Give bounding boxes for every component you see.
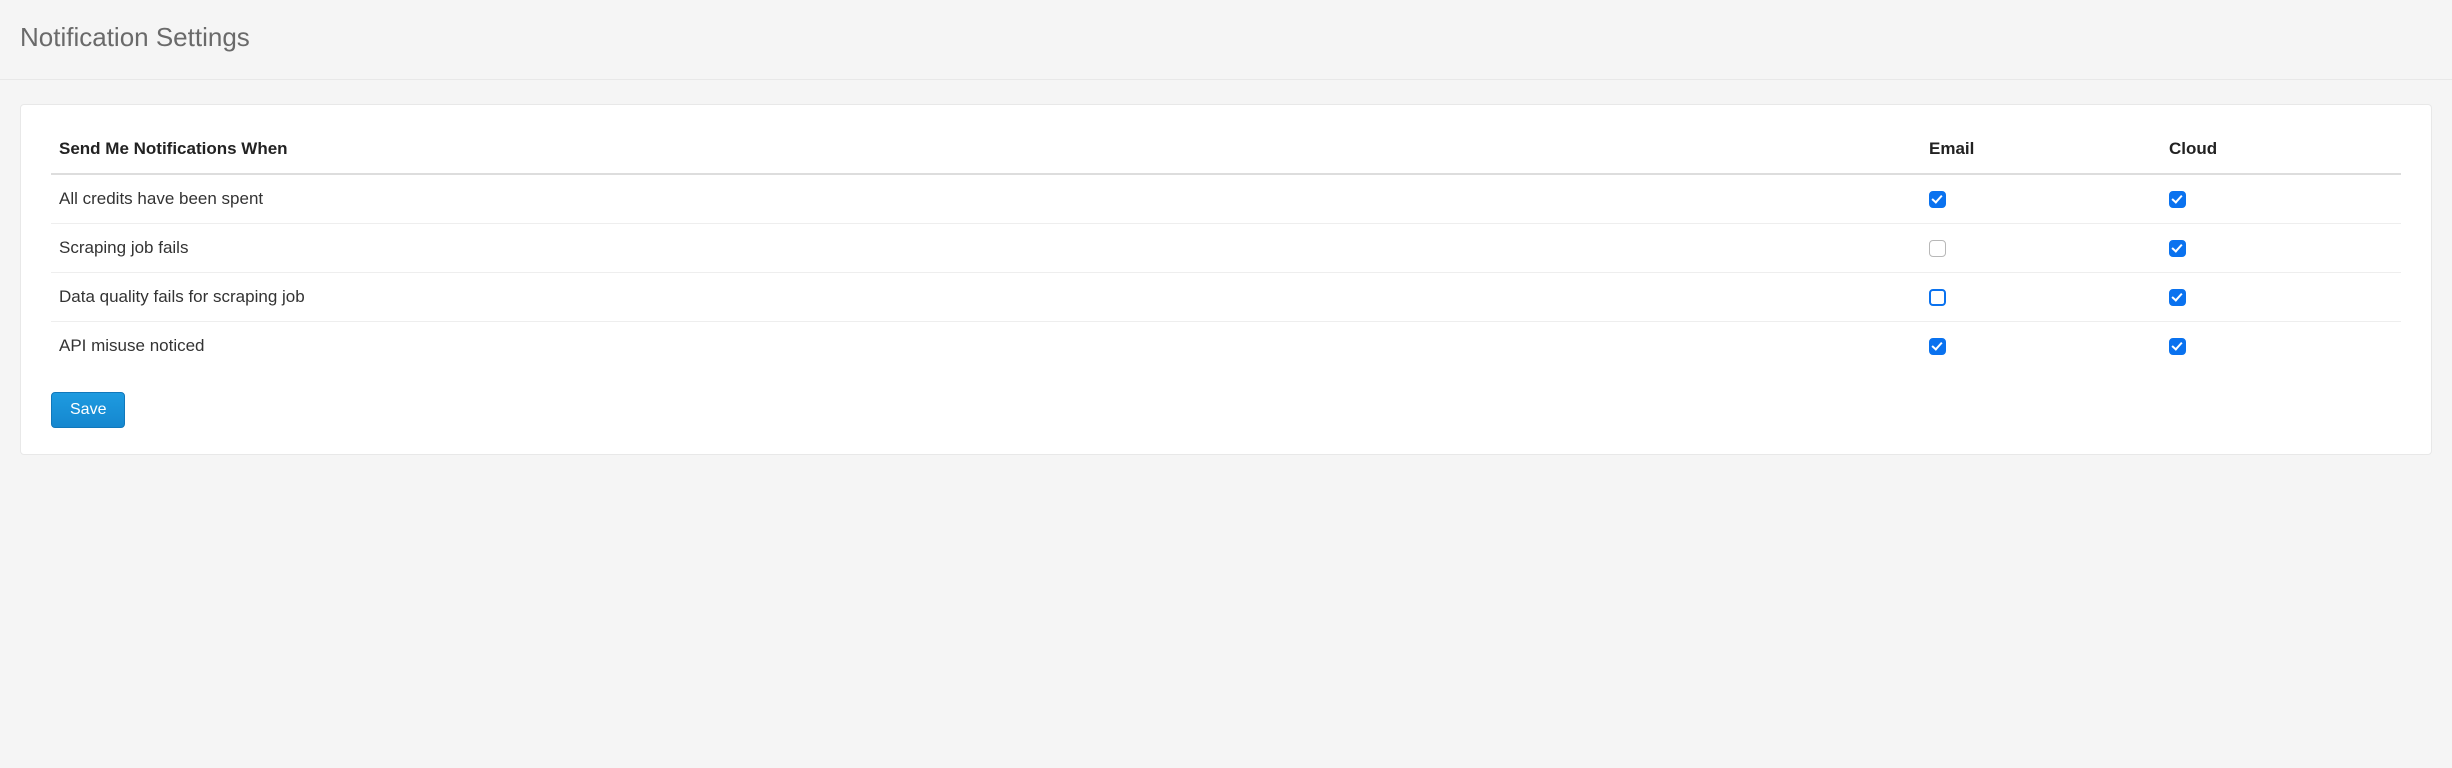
table-row: API misuse noticed <box>51 322 2401 371</box>
cloud-checkbox[interactable] <box>2169 338 2186 355</box>
table-header-when: Send Me Notifications When <box>51 129 1921 174</box>
table-header-cloud: Cloud <box>2161 129 2401 174</box>
table-row: Scraping job fails <box>51 224 2401 273</box>
notification-label: All credits have been spent <box>51 174 1921 224</box>
email-checkbox[interactable] <box>1929 289 1946 306</box>
email-checkbox[interactable] <box>1929 191 1946 208</box>
cloud-checkbox[interactable] <box>2169 191 2186 208</box>
notification-table: Send Me Notifications When Email Cloud A… <box>51 129 2401 370</box>
page-title: Notification Settings <box>20 22 2432 53</box>
table-row: Data quality fails for scraping job <box>51 273 2401 322</box>
notification-settings-panel: Send Me Notifications When Email Cloud A… <box>20 104 2432 455</box>
table-row: All credits have been spent <box>51 174 2401 224</box>
table-header-email: Email <box>1921 129 2161 174</box>
notification-label: API misuse noticed <box>51 322 1921 371</box>
email-checkbox[interactable] <box>1929 240 1946 257</box>
cloud-checkbox[interactable] <box>2169 289 2186 306</box>
email-checkbox[interactable] <box>1929 338 1946 355</box>
save-button[interactable]: Save <box>51 392 125 428</box>
notification-label: Data quality fails for scraping job <box>51 273 1921 322</box>
notification-label: Scraping job fails <box>51 224 1921 273</box>
cloud-checkbox[interactable] <box>2169 240 2186 257</box>
